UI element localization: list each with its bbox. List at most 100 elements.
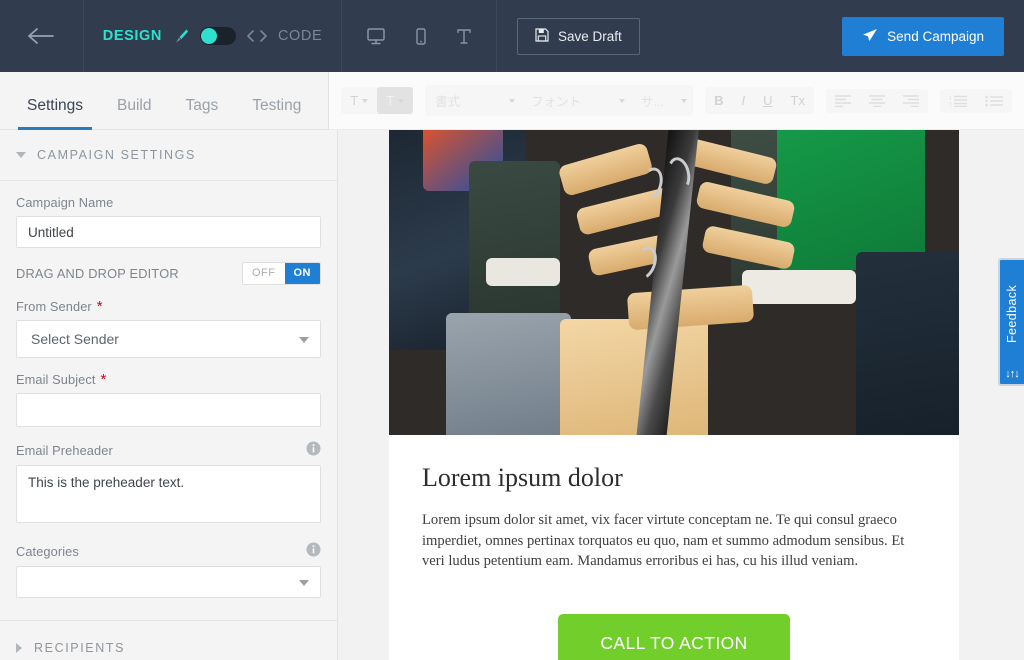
from-sender-label: From Sender *: [16, 299, 321, 314]
drag-drop-editor-row: DRAG AND DROP EDITOR OFF ON: [16, 262, 321, 285]
main-body: CAMPAIGN SETTINGS Campaign Name DRAG AND…: [0, 130, 1024, 660]
save-draft-button[interactable]: Save Draft: [517, 17, 640, 55]
email-preheader-textarea[interactable]: This is the preheader text.: [16, 465, 321, 523]
size-select[interactable]: サ...: [631, 85, 693, 116]
align-left-icon[interactable]: [826, 89, 860, 113]
text-style-1-label: T: [350, 93, 359, 108]
text-format-group: B I U Tx: [705, 87, 814, 114]
format-select-group: 書式 フォント サ...: [425, 85, 694, 116]
tab-testing[interactable]: Testing: [235, 96, 318, 130]
mobile-icon[interactable]: [414, 27, 427, 46]
design-code-switch[interactable]: DESIGN CODE: [84, 0, 342, 72]
cta-block: CALL TO ACTION: [389, 572, 959, 660]
text-t-icon[interactable]: [455, 27, 473, 46]
campaign-settings-fields: Campaign Name DRAG AND DROP EDITOR OFF O…: [0, 181, 337, 616]
chevron-down-icon: [619, 98, 626, 103]
text-style-button-1[interactable]: T: [341, 87, 377, 114]
campaign-settings-title: CAMPAIGN SETTINGS: [37, 148, 196, 162]
tab-testing-label: Testing: [252, 96, 302, 114]
required-marker: *: [100, 371, 107, 388]
from-sender-value: Select Sender: [31, 331, 119, 347]
font-select[interactable]: フォント: [521, 85, 631, 116]
tab-settings[interactable]: Settings: [10, 97, 100, 130]
email-subject-field: Email Subject *: [16, 372, 321, 427]
svg-text:2: 2: [949, 102, 952, 107]
email-heading: Lorem ipsum dolor: [422, 463, 623, 492]
info-icon[interactable]: [306, 542, 321, 560]
top-toolbar: DESIGN CODE Save Draft Send Campaign: [0, 0, 1024, 72]
campaign-name-label: Campaign Name: [16, 195, 321, 210]
toggle-on-option[interactable]: ON: [284, 263, 320, 284]
chevron-down-icon: [16, 152, 26, 158]
email-subject-label-text: Email Subject: [16, 372, 96, 387]
hero-decor: [446, 313, 572, 435]
recipients-section-header[interactable]: RECIPIENTS: [0, 621, 337, 660]
send-campaign-button[interactable]: Send Campaign: [842, 16, 1004, 56]
hero-decor: [776, 130, 925, 271]
hero-decor: [560, 319, 709, 435]
email-text-block[interactable]: Lorem ipsum dolor Lorem ipsum dolor sit …: [389, 435, 959, 572]
settings-sidebar: CAMPAIGN SETTINGS Campaign Name DRAG AND…: [0, 130, 338, 660]
clear-format-button[interactable]: Tx: [782, 87, 814, 114]
arrow-left-icon: [27, 27, 57, 45]
feedback-tab[interactable]: Feedback ↓↑↓: [998, 258, 1024, 386]
alignment-group: [826, 88, 928, 113]
from-sender-select[interactable]: Select Sender: [16, 320, 321, 358]
align-right-icon[interactable]: [894, 89, 928, 113]
drag-drop-editor-toggle[interactable]: OFF ON: [242, 262, 321, 285]
ordered-list-icon[interactable]: 1 2: [940, 89, 976, 113]
design-mode-label[interactable]: DESIGN: [103, 28, 162, 44]
email-subject-label: Email Subject *: [16, 372, 321, 387]
italic-label: I: [741, 93, 746, 108]
design-code-toggle[interactable]: [199, 27, 236, 45]
underline-button[interactable]: U: [754, 87, 781, 114]
email-preheader-label-text: Email Preheader: [16, 442, 113, 458]
device-preview-group: [342, 0, 497, 72]
info-icon[interactable]: [306, 441, 321, 459]
email-campaign-editor: DESIGN CODE Save Draft Send Campaign Set…: [0, 0, 1024, 660]
from-sender-field: From Sender * Select Sender: [16, 299, 321, 358]
tab-build-label: Build: [117, 96, 152, 114]
feedback-label: Feedback: [1005, 284, 1019, 344]
categories-select[interactable]: [16, 566, 321, 598]
text-style-2-label: T: [386, 93, 395, 108]
monitor-icon[interactable]: [366, 27, 386, 46]
tab-tags[interactable]: Tags: [168, 96, 235, 130]
categories-field: Categories: [16, 542, 321, 598]
send-campaign-label: Send Campaign: [887, 28, 984, 44]
align-center-icon[interactable]: [860, 89, 894, 113]
hero-image[interactable]: [389, 130, 959, 435]
unordered-list-icon[interactable]: [976, 89, 1012, 113]
categories-label: Categories: [16, 542, 321, 560]
size-select-label: サ...: [641, 95, 665, 109]
format-select[interactable]: 書式: [425, 85, 521, 116]
toggle-knob: [200, 28, 217, 44]
font-select-label: フォント: [531, 95, 582, 109]
back-button[interactable]: [0, 0, 84, 72]
text-style-button-2[interactable]: T: [377, 87, 414, 114]
bold-button[interactable]: B: [705, 87, 732, 114]
list-group: 1 2: [940, 88, 1012, 113]
brush-icon: [172, 27, 190, 45]
chevron-down-icon: [299, 337, 309, 343]
chevron-down-icon: [362, 98, 369, 103]
code-mode-label[interactable]: CODE: [278, 28, 322, 44]
email-subject-input[interactable]: [16, 393, 321, 427]
tab-tags-label: Tags: [185, 96, 219, 114]
toggle-off-option[interactable]: OFF: [243, 263, 285, 284]
required-marker: *: [96, 298, 103, 315]
call-to-action-button[interactable]: CALL TO ACTION: [558, 614, 790, 660]
campaign-name-input[interactable]: [16, 216, 321, 248]
top-actions: Save Draft Send Campaign: [497, 0, 1024, 72]
italic-button[interactable]: I: [733, 87, 755, 114]
campaign-settings-section-header[interactable]: CAMPAIGN SETTINGS: [0, 130, 337, 181]
paper-plane-icon: [862, 28, 878, 45]
settings-tab-bar: Settings Build Tags Testing: [0, 72, 330, 130]
email-paragraph: Lorem ipsum dolor sit amet, vix facer vi…: [422, 512, 905, 570]
resize-arrows-icon: ↓↑↓: [1005, 368, 1019, 380]
rich-text-toolbar: T T 書式 フォント サ... B I U Tx 1 2: [329, 72, 1024, 130]
tab-build[interactable]: Build: [100, 96, 168, 130]
code-brackets-icon: [246, 29, 268, 43]
hero-decor: [856, 252, 959, 435]
email-preheader-field: Email Preheader This is the preheader te…: [16, 441, 321, 528]
